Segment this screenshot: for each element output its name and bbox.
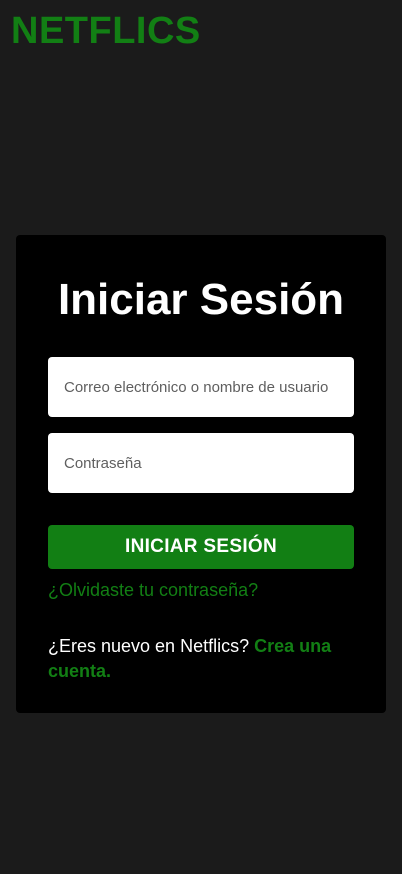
signup-prompt-text: ¿Eres nuevo en Netflics? [48,636,250,656]
password-input[interactable] [48,433,354,493]
login-title: Iniciar Sesión [57,275,345,324]
forgot-password-link[interactable]: ¿Olvidaste tu contraseña? [48,578,258,602]
brand-logo: NETFLICS [11,10,201,52]
signup-prompt: ¿Eres nuevo en Netflics? Crea una cuenta… [48,634,358,684]
email-username-input[interactable] [48,357,354,417]
login-submit-button[interactable]: INICIAR SESIÓN [48,525,354,569]
